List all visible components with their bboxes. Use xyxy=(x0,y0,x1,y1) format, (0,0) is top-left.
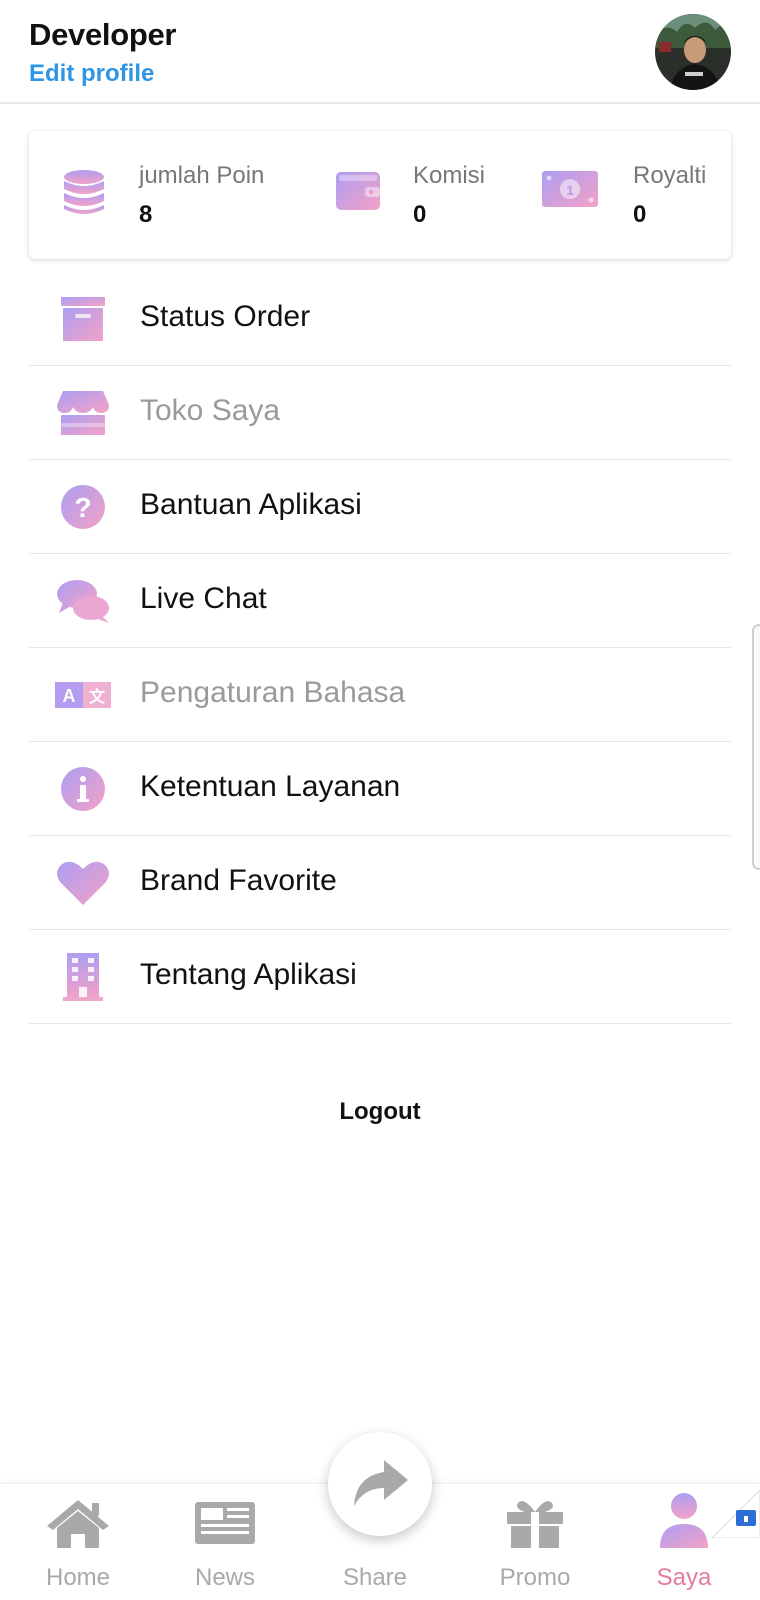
stat-royalty-value: 0 xyxy=(633,201,647,228)
chat-bubbles-icon xyxy=(57,580,109,623)
svg-text:?: ? xyxy=(74,492,91,523)
menu-item-status-order[interactable]: Status Order xyxy=(29,272,731,366)
archive-box-icon xyxy=(61,297,105,341)
gift-icon xyxy=(507,1501,563,1548)
question-circle-icon: ? xyxy=(61,485,105,529)
user-icon xyxy=(660,1493,708,1548)
share-icon xyxy=(354,1460,408,1506)
nav-label: Saya xyxy=(656,1564,712,1591)
logout-button[interactable]: Logout xyxy=(0,1098,760,1126)
side-drawer-handle[interactable] xyxy=(752,624,760,870)
menu-item-live-chat[interactable]: Live Chat xyxy=(29,554,731,648)
stat-points[interactable]: jumlah Poin 8 xyxy=(63,131,303,259)
money-bill-icon: 1 xyxy=(542,171,598,207)
menu-label: Ketentuan Layanan xyxy=(140,770,401,803)
stat-commission[interactable]: Komisi 0 xyxy=(335,131,515,259)
corner-lock-badge-icon[interactable] xyxy=(712,1490,760,1538)
menu-item-ketentuan-layanan[interactable]: Ketentuan Layanan xyxy=(29,742,731,836)
nav-label: News xyxy=(194,1564,255,1591)
menu-label: Tentang Aplikasi xyxy=(140,958,357,991)
menu-label: Brand Favorite xyxy=(140,864,337,897)
menu-item-brand-favorite[interactable]: Brand Favorite xyxy=(29,836,731,930)
profile-header: Developer Edit profile xyxy=(0,0,760,104)
menu-label: Status Order xyxy=(140,300,311,333)
stat-royalty-label: Royalti xyxy=(633,162,707,189)
svg-text:A: A xyxy=(63,686,76,706)
heart-icon xyxy=(57,861,109,905)
menu-item-tentang-aplikasi[interactable]: Tentang Aplikasi xyxy=(29,930,731,1024)
coins-icon xyxy=(64,170,104,214)
menu-label: Pengaturan Bahasa xyxy=(140,676,406,709)
menu-item-pengaturan-bahasa[interactable]: A 文 Pengaturan Bahasa xyxy=(29,648,731,742)
menu-label: Bantuan Aplikasi xyxy=(140,488,362,521)
nav-label: Home xyxy=(45,1564,111,1591)
edit-profile-link[interactable]: Edit profile xyxy=(29,60,154,88)
building-icon xyxy=(63,953,103,1001)
nav-promo[interactable]: Promo xyxy=(465,1484,605,1600)
stats-card: jumlah Poin 8 Komisi 0 1 Royalti 0 xyxy=(29,131,731,259)
info-circle-icon xyxy=(61,767,105,811)
menu-label: Toko Saya xyxy=(140,394,281,427)
store-icon xyxy=(57,391,109,435)
profile-name: Developer xyxy=(29,17,177,52)
menu-item-bantuan-aplikasi[interactable]: ? Bantuan Aplikasi xyxy=(29,460,731,554)
stat-commission-label: Komisi xyxy=(413,162,486,189)
nav-label: Share xyxy=(342,1564,408,1591)
svg-text:1: 1 xyxy=(566,182,574,198)
avatar[interactable] xyxy=(655,14,731,90)
wallet-icon xyxy=(336,172,380,210)
share-button[interactable] xyxy=(328,1432,432,1536)
home-icon xyxy=(47,1500,109,1548)
menu-label: Live Chat xyxy=(140,582,267,615)
svg-text:文: 文 xyxy=(89,687,106,706)
stat-points-label: jumlah Poin xyxy=(139,162,265,189)
stat-royalty[interactable]: 1 Royalti 0 xyxy=(541,131,721,259)
stat-points-value: 8 xyxy=(139,201,153,228)
menu-item-toko-saya[interactable]: Toko Saya xyxy=(29,366,731,460)
language-icon: A 文 xyxy=(55,682,111,708)
settings-menu: Status Order Toko Saya ? Bantuan Aplikas… xyxy=(29,272,731,1024)
stat-commission-value: 0 xyxy=(413,201,427,228)
nav-home[interactable]: Home xyxy=(8,1484,148,1600)
nav-label: Promo xyxy=(499,1564,571,1591)
newspaper-icon xyxy=(195,1502,255,1544)
nav-news[interactable]: News xyxy=(155,1484,295,1600)
